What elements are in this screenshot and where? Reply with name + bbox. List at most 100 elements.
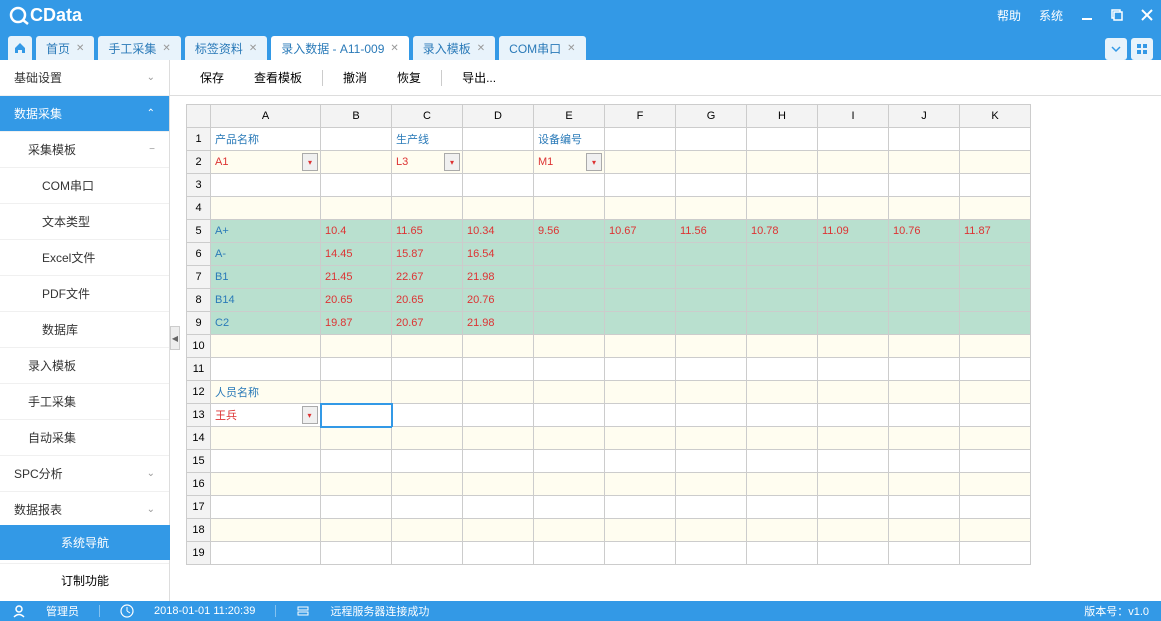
sidebar-custom-button[interactable]: 订制功能 (0, 560, 170, 601)
cell-7-D[interactable]: 21.98 (463, 266, 534, 289)
cell-5-J[interactable]: 10.76 (889, 220, 960, 243)
cell-15-F[interactable] (605, 450, 676, 473)
cell-13-D[interactable] (463, 404, 534, 427)
row-header-10[interactable]: 10 (187, 335, 211, 358)
cell-19-K[interactable] (960, 542, 1031, 565)
cell-2-K[interactable] (960, 151, 1031, 174)
cell-19-C[interactable] (392, 542, 463, 565)
cell-14-H[interactable] (747, 427, 818, 450)
cell-12-K[interactable] (960, 381, 1031, 404)
save-button[interactable]: 保存 (190, 65, 234, 90)
cell-13-A[interactable]: 王兵▾ (211, 404, 321, 427)
cell-12-H[interactable] (747, 381, 818, 404)
cell-4-I[interactable] (818, 197, 889, 220)
cell-5-E[interactable]: 9.56 (534, 220, 605, 243)
cell-18-I[interactable] (818, 519, 889, 542)
sidebar-item-7[interactable]: 数据库 (0, 312, 169, 348)
cell-2-E[interactable]: M1▾ (534, 151, 605, 174)
cell-6-F[interactable] (605, 243, 676, 266)
cell-11-E[interactable] (534, 358, 605, 381)
cell-7-G[interactable] (676, 266, 747, 289)
cell-15-H[interactable] (747, 450, 818, 473)
cell-17-A[interactable] (211, 496, 321, 519)
cell-13-H[interactable] (747, 404, 818, 427)
cell-14-G[interactable] (676, 427, 747, 450)
dropdown-button[interactable]: ▾ (302, 406, 318, 424)
cell-17-F[interactable] (605, 496, 676, 519)
sidebar-item-1[interactable]: 数据采集⌃ (0, 96, 169, 132)
dropdown-button[interactable]: ▾ (586, 153, 602, 171)
cell-19-A[interactable] (211, 542, 321, 565)
cell-14-C[interactable] (392, 427, 463, 450)
cell-15-I[interactable] (818, 450, 889, 473)
cell-17-K[interactable] (960, 496, 1031, 519)
cell-9-F[interactable] (605, 312, 676, 335)
cell-19-G[interactable] (676, 542, 747, 565)
cell-3-J[interactable] (889, 174, 960, 197)
cell-9-B[interactable]: 19.87 (321, 312, 392, 335)
dropdown-button[interactable]: ▾ (444, 153, 460, 171)
cell-9-K[interactable] (960, 312, 1031, 335)
column-header-A[interactable]: A (211, 105, 321, 128)
cell-6-C[interactable]: 15.87 (392, 243, 463, 266)
row-header-5[interactable]: 5 (187, 220, 211, 243)
cell-1-C[interactable]: 生产线 (392, 128, 463, 151)
cell-7-E[interactable] (534, 266, 605, 289)
cell-13-B[interactable] (321, 404, 392, 427)
cell-9-I[interactable] (818, 312, 889, 335)
cell-4-A[interactable] (211, 197, 321, 220)
cell-12-E[interactable] (534, 381, 605, 404)
row-header-17[interactable]: 17 (187, 496, 211, 519)
sidebar-item-11[interactable]: SPC分析⌄ (0, 456, 169, 492)
sidebar-item-10[interactable]: 自动采集 (0, 420, 169, 456)
cell-7-K[interactable] (960, 266, 1031, 289)
cell-4-K[interactable] (960, 197, 1031, 220)
column-header-F[interactable]: F (605, 105, 676, 128)
cell-5-C[interactable]: 11.65 (392, 220, 463, 243)
cell-12-D[interactable] (463, 381, 534, 404)
cell-18-G[interactable] (676, 519, 747, 542)
row-header-1[interactable]: 1 (187, 128, 211, 151)
tab-dropdown-button[interactable] (1105, 38, 1127, 60)
tab-close-icon[interactable]: ✕ (390, 43, 398, 54)
cell-3-A[interactable] (211, 174, 321, 197)
cell-2-G[interactable] (676, 151, 747, 174)
cell-5-B[interactable]: 10.4 (321, 220, 392, 243)
cell-3-K[interactable] (960, 174, 1031, 197)
cell-19-D[interactable] (463, 542, 534, 565)
cell-16-F[interactable] (605, 473, 676, 496)
system-link[interactable]: 系统 (1039, 7, 1063, 24)
row-header-13[interactable]: 13 (187, 404, 211, 427)
cell-17-D[interactable] (463, 496, 534, 519)
column-header-J[interactable]: J (889, 105, 960, 128)
cell-11-C[interactable] (392, 358, 463, 381)
column-header-D[interactable]: D (463, 105, 534, 128)
cell-2-F[interactable] (605, 151, 676, 174)
cell-7-J[interactable] (889, 266, 960, 289)
cell-8-C[interactable]: 20.65 (392, 289, 463, 312)
cell-7-B[interactable]: 21.45 (321, 266, 392, 289)
cell-5-A[interactable]: A+ (211, 220, 321, 243)
cell-3-I[interactable] (818, 174, 889, 197)
tab-4[interactable]: 录入模板✕ (413, 36, 495, 60)
cell-14-F[interactable] (605, 427, 676, 450)
tab-3[interactable]: 录入数据 - A11-009✕ (271, 36, 409, 60)
cell-10-I[interactable] (818, 335, 889, 358)
sidebar-item-8[interactable]: 录入模板 (0, 348, 169, 384)
cell-8-B[interactable]: 20.65 (321, 289, 392, 312)
cell-16-K[interactable] (960, 473, 1031, 496)
cell-14-K[interactable] (960, 427, 1031, 450)
cell-8-A[interactable]: B14 (211, 289, 321, 312)
cell-13-C[interactable] (392, 404, 463, 427)
cell-4-D[interactable] (463, 197, 534, 220)
row-header-12[interactable]: 12 (187, 381, 211, 404)
column-header-C[interactable]: C (392, 105, 463, 128)
redo-button[interactable]: 恢复 (387, 65, 431, 90)
cell-19-H[interactable] (747, 542, 818, 565)
cell-5-K[interactable]: 11.87 (960, 220, 1031, 243)
column-header-I[interactable]: I (818, 105, 889, 128)
cell-2-J[interactable] (889, 151, 960, 174)
cell-10-A[interactable] (211, 335, 321, 358)
cell-14-A[interactable] (211, 427, 321, 450)
cell-6-H[interactable] (747, 243, 818, 266)
